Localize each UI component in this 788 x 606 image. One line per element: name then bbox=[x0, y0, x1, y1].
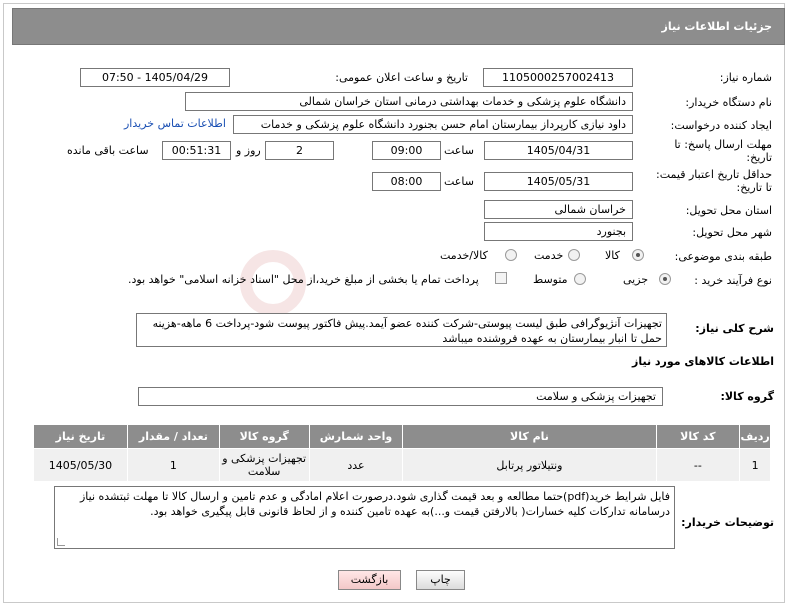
col-unit-header: واحد شمارش bbox=[308, 424, 404, 449]
process-option-medium: متوسط bbox=[533, 273, 568, 286]
remaining-time-field: 00:51:31 bbox=[162, 141, 231, 160]
process-radio-medium[interactable] bbox=[574, 273, 586, 285]
province-field: خراسان شمالی bbox=[484, 200, 633, 219]
treasury-checkbox[interactable] bbox=[495, 272, 507, 284]
buyer-notes-label: توضیحات خریدار: bbox=[681, 516, 774, 529]
back-button[interactable]: بازگشت bbox=[338, 570, 401, 590]
category-option-goods: کالا bbox=[605, 249, 620, 262]
cell-date: 1405/05/30 bbox=[33, 448, 128, 482]
description-label: شرح کلی نیاز: bbox=[695, 322, 774, 335]
price-validity-time-field: 08:00 bbox=[372, 172, 441, 191]
deadline-time-field: 09:00 bbox=[372, 141, 441, 160]
need-number-field: 1105000257002413 bbox=[483, 68, 633, 87]
need-number-label: شماره نیاز: bbox=[719, 71, 772, 84]
items-table-header-row: ردیف کد کالا نام کالا واحد شمارش گروه کا… bbox=[33, 424, 771, 449]
goods-group-label: گروه کالا: bbox=[720, 390, 774, 403]
buyer-org-label: نام دستگاه خریدار: bbox=[685, 96, 772, 109]
print-button[interactable]: چاپ bbox=[416, 570, 465, 590]
category-label: طبقه بندی موضوعی: bbox=[674, 250, 772, 263]
buyer-notes-textarea[interactable]: فایل شرایط خرید(pdf)حتما مطالعه و بعد قی… bbox=[54, 486, 675, 549]
page-header: جزئیات اطلاعات نیاز bbox=[12, 8, 785, 45]
process-radio-minor[interactable] bbox=[659, 273, 671, 285]
province-label: استان محل تحویل: bbox=[685, 204, 772, 217]
announce-field: 1405/04/29 - 07:50 bbox=[80, 68, 230, 87]
col-row-header: ردیف bbox=[739, 424, 771, 449]
deadline-label: مهلت ارسال پاسخ: تا bbox=[674, 138, 772, 151]
price-validity-label-2: تا تاریخ: bbox=[736, 181, 772, 194]
goods-group-field: تجهیزات پزشکی و سلامت bbox=[138, 387, 663, 406]
cell-code: -- bbox=[655, 448, 741, 482]
buyer-org-field: دانشگاه علوم پزشکی و خدمات بهداشتی درمان… bbox=[185, 92, 633, 111]
col-group-header: گروه کالا bbox=[218, 424, 310, 449]
announce-label: تاریخ و ساعت اعلان عمومی: bbox=[335, 71, 468, 84]
category-option-service: خدمت bbox=[534, 249, 564, 262]
price-validity-label: حداقل تاریخ اعتبار قیمت: bbox=[656, 168, 772, 181]
category-radio-service[interactable] bbox=[568, 249, 580, 261]
days-label: روز و bbox=[236, 144, 261, 157]
items-table: ردیف کد کالا نام کالا واحد شمارش گروه کا… bbox=[33, 424, 771, 482]
buyer-notes-text: فایل شرایط خرید(pdf)حتما مطالعه و بعد قی… bbox=[79, 490, 670, 518]
category-radio-goods-service[interactable] bbox=[505, 249, 517, 261]
cell-row: 1 bbox=[739, 448, 771, 482]
remaining-label: ساعت باقی مانده bbox=[67, 144, 149, 157]
deadline-label-2: تاریخ: bbox=[746, 151, 772, 164]
col-date-header: تاریخ نیاز bbox=[33, 424, 128, 449]
category-radio-goods[interactable] bbox=[632, 249, 644, 261]
price-validity-time-label: ساعت bbox=[444, 175, 474, 188]
process-type-label: نوع فرآیند خرید : bbox=[694, 274, 772, 287]
col-qty-header: تعداد / مقدار bbox=[126, 424, 220, 449]
cell-group: تجهیزات پزشکی و سلامت bbox=[218, 448, 310, 482]
goods-info-title: اطلاعات کالاهای مورد نیاز bbox=[632, 355, 774, 368]
city-field: بجنورد bbox=[484, 222, 633, 241]
category-option-goods-service: کالا/خدمت bbox=[440, 249, 488, 262]
treasury-note: پرداخت تمام یا بخشی از مبلغ خرید،از محل … bbox=[128, 273, 479, 286]
buyer-contact-link[interactable]: اطلاعات تماس خریدار bbox=[124, 117, 226, 130]
days-field: 2 bbox=[265, 141, 334, 160]
cell-unit: عدد bbox=[308, 448, 404, 482]
deadline-time-label: ساعت bbox=[444, 144, 474, 157]
deadline-date-field: 1405/04/31 bbox=[484, 141, 633, 160]
city-label: شهر محل تحویل: bbox=[692, 226, 772, 239]
cell-qty: 1 bbox=[126, 448, 220, 482]
table-row: 1 -- ونتیلاتور پرتابل عدد تجهیزات پزشکی … bbox=[33, 448, 771, 482]
col-name-header: نام کالا bbox=[402, 424, 657, 449]
requester-label: ایجاد کننده درخواست: bbox=[670, 119, 772, 132]
page-title: جزئیات اطلاعات نیاز bbox=[661, 20, 773, 33]
col-code-header: کد کالا bbox=[655, 424, 741, 449]
process-option-minor: جزیی bbox=[623, 273, 649, 286]
cell-name: ونتیلاتور پرتابل bbox=[402, 448, 657, 482]
requester-field: داود نیازی کارپرداز بیمارستان امام حسن ب… bbox=[233, 115, 633, 134]
resize-handle-icon[interactable] bbox=[57, 538, 65, 546]
description-textarea[interactable]: تجهیزات آنژیوگرافی طبق لیست پیوستی-شرکت … bbox=[136, 313, 667, 347]
price-validity-date-field: 1405/05/31 bbox=[484, 172, 633, 191]
